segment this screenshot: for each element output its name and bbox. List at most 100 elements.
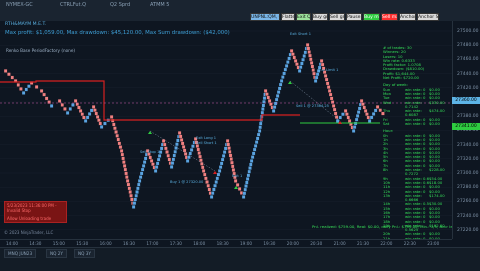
trade-annotation: Exit Long 1 — [196, 136, 217, 140]
up-brick — [217, 169, 222, 173]
down-brick — [204, 176, 208, 181]
up-brick — [49, 104, 54, 108]
toolbar-button-exit-qty[interactable]: Exit Qty — [296, 13, 311, 21]
time-tick: 17:30 — [169, 241, 182, 246]
toolbar-button-sell-market[interactable]: Sell market — [381, 13, 398, 21]
up-brick — [212, 187, 216, 192]
stats-cell: Sat — [383, 121, 390, 127]
price-tick: 27380.00 — [457, 114, 479, 120]
trade-marker — [148, 131, 152, 134]
down-brick — [305, 43, 310, 47]
up-brick — [301, 57, 305, 62]
price-axis[interactable]: 27500.00 27480.00 27460.00 27440.00 27420.00… — [452, 21, 480, 239]
toolbar-button-buy-market[interactable]: Buy market — [363, 13, 380, 21]
down-brick — [308, 53, 312, 58]
time-tick: 23:00 — [427, 241, 440, 246]
toolbar-button-flatten[interactable]: Flatten — [281, 13, 295, 21]
up-brick — [27, 84, 31, 89]
tab-nq-2y[interactable]: NQ 2Y — [46, 249, 67, 258]
down-brick — [235, 183, 240, 187]
down-brick — [291, 52, 295, 57]
down-brick — [226, 142, 231, 147]
tab-mnq[interactable]: MNQ JUN23 — [4, 249, 37, 258]
current-price-tag: 27360.00 — [452, 97, 480, 104]
up-brick — [134, 193, 138, 198]
down-brick — [127, 186, 132, 191]
chart-toolbar: NYMEX-GC CTRLFut.Q Q2 Sprd ATMM 5 UNPNL:… — [0, 0, 480, 22]
down-brick — [98, 121, 103, 126]
up-brick — [243, 187, 247, 192]
up-brick — [220, 157, 225, 162]
up-brick — [222, 150, 227, 154]
spread-label[interactable]: Q2 Sprd — [110, 2, 130, 8]
up-brick — [357, 106, 362, 111]
up-brick — [247, 169, 251, 174]
up-brick — [157, 154, 162, 158]
up-brick — [191, 144, 195, 149]
up-brick — [169, 165, 174, 169]
up-brick — [135, 190, 139, 194]
up-brick — [257, 129, 262, 133]
up-brick — [249, 159, 254, 163]
trade-marker — [213, 171, 217, 174]
down-brick — [93, 108, 97, 113]
up-brick — [255, 136, 260, 141]
up-brick — [278, 82, 283, 87]
atm-label[interactable]: ATMM 5 — [150, 2, 170, 8]
down-brick — [34, 85, 39, 89]
down-brick — [3, 69, 8, 73]
down-brick — [325, 81, 330, 86]
copyright-text: © 2023 NinjaTrader, LLC — [4, 230, 54, 235]
up-brick — [256, 132, 261, 137]
up-brick — [171, 157, 176, 162]
up-brick — [175, 142, 179, 147]
up-brick — [172, 153, 177, 158]
toolbar-button-sell-grid[interactable]: Sell grid — [329, 13, 345, 21]
instrument-label[interactable]: NYMEX-GC — [6, 2, 33, 8]
toolbar-button-anchor-off[interactable]: Anchor OFF — [399, 13, 416, 21]
down-brick — [309, 57, 313, 62]
down-brick — [346, 115, 351, 120]
down-brick — [310, 64, 315, 69]
up-brick — [189, 148, 194, 152]
down-brick — [123, 167, 128, 172]
down-brick — [309, 61, 314, 65]
time-tick: 20:30 — [310, 241, 323, 246]
down-brick — [125, 179, 130, 183]
time-tick: 22:00 — [380, 241, 393, 246]
down-brick — [365, 112, 369, 117]
down-brick — [183, 152, 188, 156]
tab-nq-3y[interactable]: NQ 3Y — [74, 249, 95, 258]
price-tick: 27440.00 — [457, 71, 479, 77]
time-tick: 16:30 — [123, 241, 136, 246]
down-brick — [263, 89, 268, 93]
toolbar-button-pause-add[interactable]: Pause add — [346, 13, 362, 21]
up-brick — [176, 138, 180, 143]
down-brick — [118, 145, 123, 149]
down-brick — [231, 168, 236, 172]
down-brick — [311, 68, 315, 72]
down-brick — [292, 55, 297, 60]
toolbar-button-buy-grid[interactable]: Buy grid — [312, 13, 328, 21]
price-tick: 27340.00 — [457, 142, 479, 148]
toolbar-button-anchor-sl-off[interactable]: Anchor SL OFF — [417, 13, 439, 21]
down-brick — [122, 164, 127, 168]
up-brick — [87, 112, 92, 116]
down-brick — [343, 109, 348, 113]
down-brick — [94, 111, 99, 116]
up-brick — [258, 125, 262, 130]
up-brick — [282, 71, 286, 76]
data-series-label[interactable]: CTRLFut.Q — [60, 2, 86, 8]
up-brick — [159, 146, 164, 151]
up-brick — [143, 156, 148, 161]
down-brick — [125, 175, 129, 179]
time-tick: 21:30 — [357, 241, 370, 246]
down-brick — [267, 99, 272, 103]
stop-line — [0, 80, 300, 121]
down-brick — [347, 119, 352, 123]
up-brick — [279, 79, 284, 83]
up-brick — [335, 119, 340, 123]
time-tick: 21:00 — [333, 241, 346, 246]
up-brick — [137, 179, 142, 183]
toolbar-button-unpnl-qm-qmq[interactable]: UNPNL:QM, QMQ — [250, 13, 280, 21]
